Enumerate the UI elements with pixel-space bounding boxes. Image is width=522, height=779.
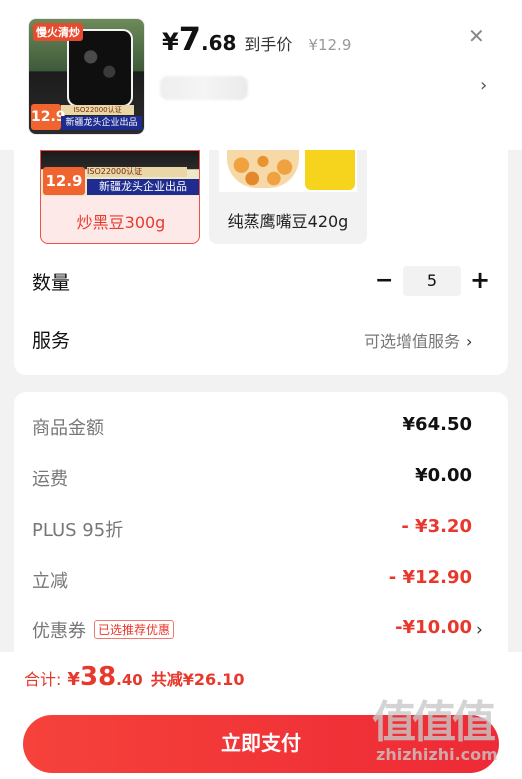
cost-row-plus-discount: PLUS 95折 - ¥3.20 — [32, 516, 472, 544]
price-integer: 7 — [178, 20, 201, 58]
variant-image — [219, 150, 357, 192]
package-image — [305, 150, 355, 190]
total-savings: 共减¥26.10 — [150, 670, 245, 689]
price-decimal: .68 — [200, 31, 237, 55]
cost-value: - ¥3.20 — [401, 516, 472, 537]
cost-row-shipping: 运费 ¥0.00 — [32, 465, 472, 493]
price-line: ¥ 7 .68 到手价 ¥12.9 — [162, 20, 351, 58]
thumbnail-badge: 慢火清炒 — [33, 23, 83, 41]
quantity-minus-button[interactable]: − — [375, 268, 393, 293]
pay-now-button[interactable]: 立即支付 — [23, 715, 499, 773]
cost-label: PLUS 95折 — [32, 520, 124, 541]
sku-selection-card: 12.9 ISO22000认证 新疆龙头企业出品 炒黑豆300g 纯蒸鹰嘴豆42… — [14, 150, 508, 375]
quantity-label: 数量 — [32, 272, 71, 294]
variant-strip: 新疆龙头企业出品 — [87, 179, 199, 195]
variant-label: 炒黑豆300g — [76, 213, 166, 232]
coupon-tag: 已选推荐优惠 — [94, 620, 175, 639]
variant-price-tag: 12.9 — [43, 167, 85, 195]
chevron-right-icon: › — [466, 332, 473, 351]
cost-label: 商品金额 — [32, 418, 104, 439]
service-link-text: 可选增值服务 — [364, 332, 461, 351]
cost-value: ¥0.00 — [415, 465, 472, 486]
cost-label: 立减 — [32, 571, 68, 592]
product-thumbnail: 慢火清炒 ISO22000认证 12.9 新疆龙头企业出品 — [28, 18, 145, 135]
close-icon[interactable]: ✕ — [468, 24, 485, 48]
total-integer: 38 — [79, 662, 117, 692]
cost-row-coupon[interactable]: 优惠券 已选推荐优惠 -¥10.00 — [32, 617, 472, 645]
variant-option-chickpea[interactable]: 纯蒸鹰嘴豆420g — [209, 150, 367, 244]
cost-row-goods: 商品金额 ¥64.50 — [32, 414, 472, 442]
cost-label: 优惠券 — [32, 621, 86, 642]
variant-label: 纯蒸鹰嘴豆420g — [227, 212, 349, 231]
thumbnail-strip: 新疆龙头企业出品 — [61, 116, 142, 130]
cost-row-instant-discount: 立减 - ¥12.90 — [32, 567, 472, 595]
original-price: ¥12.9 — [308, 36, 352, 54]
service-link[interactable]: 可选增值服务 › — [364, 328, 472, 352]
price-currency: ¥ — [162, 28, 179, 56]
cost-breakdown-card: 商品金额 ¥64.50 运费 ¥0.00 PLUS 95折 - ¥3.20 立减… — [14, 392, 508, 652]
service-label: 服务 — [32, 330, 71, 352]
total-decimal: .40 — [116, 671, 143, 689]
product-header: 慢火清炒 ISO22000认证 12.9 新疆龙头企业出品 ¥ 7 .68 到手… — [0, 0, 522, 150]
final-price-label: 到手价 — [244, 35, 293, 54]
cost-value: - ¥12.90 — [388, 567, 472, 588]
checkout-bar: 合计: ¥ 38 .40 共减¥26.10 立即支付 — [0, 652, 522, 779]
thumbnail-price-tag: 12.9 — [31, 104, 66, 130]
cost-value: ¥64.50 — [402, 414, 472, 435]
coupon-label-wrap: 优惠券 已选推荐优惠 — [32, 617, 175, 643]
cost-label: 运费 — [32, 469, 68, 490]
total-label: 合计: — [24, 670, 62, 689]
cost-value: -¥10.00 — [395, 617, 472, 638]
thumbnail-cert: ISO22000认证 — [61, 105, 134, 115]
blurred-shop-name — [160, 76, 248, 100]
variant-option-black-bean[interactable]: 12.9 ISO22000认证 新疆龙头企业出品 炒黑豆300g — [40, 150, 200, 244]
chickpea-image — [227, 150, 299, 188]
chevron-right-icon[interactable]: › — [480, 75, 487, 96]
variant-cert: ISO22000认证 — [87, 167, 187, 177]
quantity-plus-button[interactable]: + — [470, 266, 490, 294]
chevron-right-icon[interactable]: › — [476, 620, 483, 640]
total-summary: 合计: ¥ 38 .40 共减¥26.10 — [24, 662, 244, 692]
quantity-input[interactable]: 5 — [403, 266, 461, 296]
total-currency: ¥ — [67, 669, 80, 690]
